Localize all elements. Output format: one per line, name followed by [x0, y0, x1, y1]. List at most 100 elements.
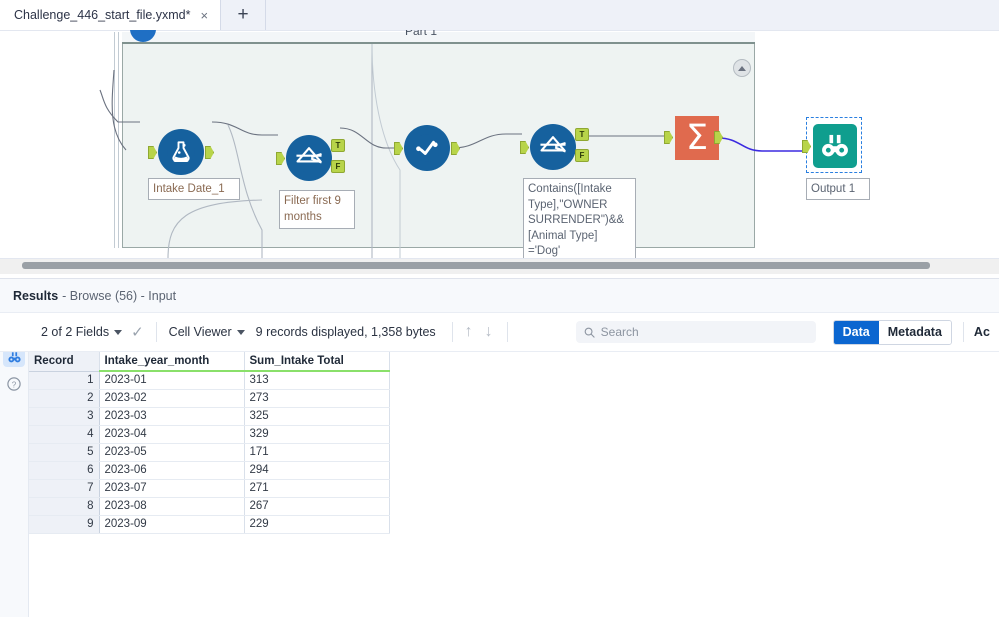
cell-intake-year-month[interactable]: 2023-02: [99, 389, 245, 408]
help-icon[interactable]: ?: [3, 374, 25, 394]
table-row[interactable]: 5 2023-05 171: [29, 443, 390, 462]
alteryx-designer-window: Challenge_446_start_file.yxmd* × + Part …: [0, 0, 999, 617]
annotation-browse-text: Output 1: [811, 183, 856, 195]
table-row[interactable]: 2 2023-02 273: [29, 389, 390, 408]
table-header-row: Record Intake_year_month Sum_Intake Tota…: [29, 352, 390, 372]
canvas-edge-line-2: [118, 32, 119, 248]
tool-filter-2-true-anchor[interactable]: T: [575, 128, 589, 141]
annotation-contains-line-1: Contains([Intake: [528, 183, 612, 195]
cell-sum-intake-total[interactable]: 171: [244, 443, 390, 462]
cell-record[interactable]: 3: [29, 407, 100, 426]
cell-sum-intake-total[interactable]: 294: [244, 461, 390, 480]
tab-strip: Challenge_446_start_file.yxmd* × +: [0, 0, 999, 31]
table-row[interactable]: 8 2023-08 267: [29, 497, 390, 516]
results-title: Results: [13, 288, 59, 303]
cell-sum-intake-total[interactable]: 271: [244, 479, 390, 498]
toolbar-divider-2: [451, 322, 453, 342]
binoculars-glyph: [7, 351, 21, 362]
cell-intake-year-month[interactable]: 2023-03: [99, 407, 245, 426]
annotation-intake-date: Intake Date_1: [148, 178, 240, 200]
cell-sum-intake-total[interactable]: 329: [244, 425, 390, 444]
cell-sum-intake-total[interactable]: 313: [244, 371, 390, 390]
cell-intake-year-month[interactable]: 2023-08: [99, 497, 245, 516]
cell-intake-year-month[interactable]: 2023-01: [99, 371, 245, 390]
column-header-intake-year-month[interactable]: Intake_year_month: [99, 352, 245, 372]
canvas-edge-line-1: [114, 32, 115, 248]
filter-glyph: [538, 132, 568, 162]
cell-sum-intake-total[interactable]: 229: [244, 515, 390, 534]
filter-icon: [530, 124, 576, 170]
results-subtitle: - Browse (56) - Input: [62, 288, 177, 303]
tool-filter-1-false-anchor[interactable]: F: [331, 160, 345, 173]
metadata-tab-button[interactable]: Metadata: [878, 320, 951, 344]
tool-browse-output-1[interactable]: [806, 117, 862, 173]
actions-button[interactable]: Ac: [974, 325, 990, 339]
data-tab-button[interactable]: Data: [833, 320, 879, 344]
chevron-down-icon: [114, 329, 123, 335]
cell-record[interactable]: 1: [29, 371, 100, 390]
cell-intake-year-month[interactable]: 2023-06: [99, 461, 245, 480]
canvas-hscrollbar-thumb[interactable]: [22, 262, 930, 269]
toolbar-divider-4: [962, 322, 964, 342]
table-row[interactable]: 1 2023-01 313: [29, 371, 390, 390]
fields-selector[interactable]: 2 of 2 Fields: [41, 325, 123, 339]
new-tab-button[interactable]: +: [221, 0, 267, 30]
column-header-sum-intake-total[interactable]: Sum_Intake Total: [244, 352, 390, 372]
tool-container-title: Part 1: [405, 30, 438, 38]
annotation-contains-line-3: SURRENDER")&&: [528, 214, 625, 227]
cell-intake-year-month[interactable]: 2023-04: [99, 425, 245, 444]
tool-datetime[interactable]: [158, 129, 204, 175]
cell-intake-year-month[interactable]: 2023-05: [99, 443, 245, 462]
sigma-glyph: Σ: [685, 117, 709, 158]
filter-glyph: [294, 143, 324, 173]
tab-strip-filler: [266, 0, 999, 30]
cell-record[interactable]: 6: [29, 461, 100, 480]
cell-sum-intake-total[interactable]: 267: [244, 497, 390, 516]
table-row[interactable]: 3 2023-03 325: [29, 407, 390, 426]
tool-filter-contains[interactable]: [530, 124, 576, 170]
formula-icon: [404, 125, 450, 171]
table-row[interactable]: 9 2023-09 229: [29, 515, 390, 534]
filter-icon: [286, 135, 332, 181]
table-row[interactable]: 6 2023-06 294: [29, 461, 390, 480]
tool-filter-2-false-anchor[interactable]: F: [575, 149, 589, 162]
annotation-contains-line-4: [Animal Type]: [528, 229, 598, 242]
cell-sum-intake-total[interactable]: 273: [244, 389, 390, 408]
annotation-browse: Output 1: [806, 178, 870, 200]
tool-filter-1-true-anchor[interactable]: T: [331, 139, 345, 152]
tool-formula[interactable]: [404, 125, 450, 171]
cell-viewer-selector[interactable]: Cell Viewer: [169, 325, 245, 339]
search-input[interactable]: Search: [575, 321, 816, 343]
close-icon[interactable]: ×: [199, 8, 211, 23]
table-row[interactable]: 7 2023-07 271: [29, 479, 390, 498]
cell-intake-year-month[interactable]: 2023-09: [99, 515, 245, 534]
tool-filter-first-9-months[interactable]: [286, 135, 332, 181]
fields-confirm-icon[interactable]: ✓: [131, 323, 144, 341]
scroll-down-icon[interactable]: ↓: [479, 323, 499, 341]
collapse-icon[interactable]: [733, 59, 751, 77]
cell-record[interactable]: 5: [29, 443, 100, 462]
cell-viewer-label: Cell Viewer: [168, 325, 232, 339]
selection-outline: [806, 117, 862, 173]
cell-record[interactable]: 2: [29, 389, 100, 408]
cell-record[interactable]: 4: [29, 425, 100, 444]
results-toolbar: 2 of 2 Fields ✓ Cell Viewer 9 records di…: [0, 312, 999, 352]
formula-glyph: [413, 134, 441, 162]
cell-record[interactable]: 8: [29, 497, 100, 516]
table-row[interactable]: 4 2023-04 329: [29, 425, 390, 444]
results-table: Record Intake_year_month Sum_Intake Tota…: [29, 352, 390, 534]
toolbar-divider-3: [506, 322, 508, 342]
cell-record[interactable]: 9: [29, 515, 100, 534]
workflow-tab[interactable]: Challenge_446_start_file.yxmd* ×: [0, 0, 222, 30]
results-data-grid[interactable]: Record Intake_year_month Sum_Intake Tota…: [29, 352, 999, 617]
help-glyph: ?: [7, 377, 21, 391]
sigma-icon: Σ: [675, 116, 719, 160]
column-header-record[interactable]: Record: [29, 352, 100, 372]
scroll-up-icon[interactable]: ↑: [459, 323, 479, 341]
annotation-filter-first: Filter first 9 months: [279, 190, 355, 229]
workflow-canvas[interactable]: Part 1 Intake Date_1 T F Filter first 9 …: [0, 30, 999, 258]
cell-intake-year-month[interactable]: 2023-07: [99, 479, 245, 498]
cell-sum-intake-total[interactable]: 325: [244, 407, 390, 426]
cell-record[interactable]: 7: [29, 479, 100, 498]
tool-summarize[interactable]: Σ: [674, 115, 720, 161]
